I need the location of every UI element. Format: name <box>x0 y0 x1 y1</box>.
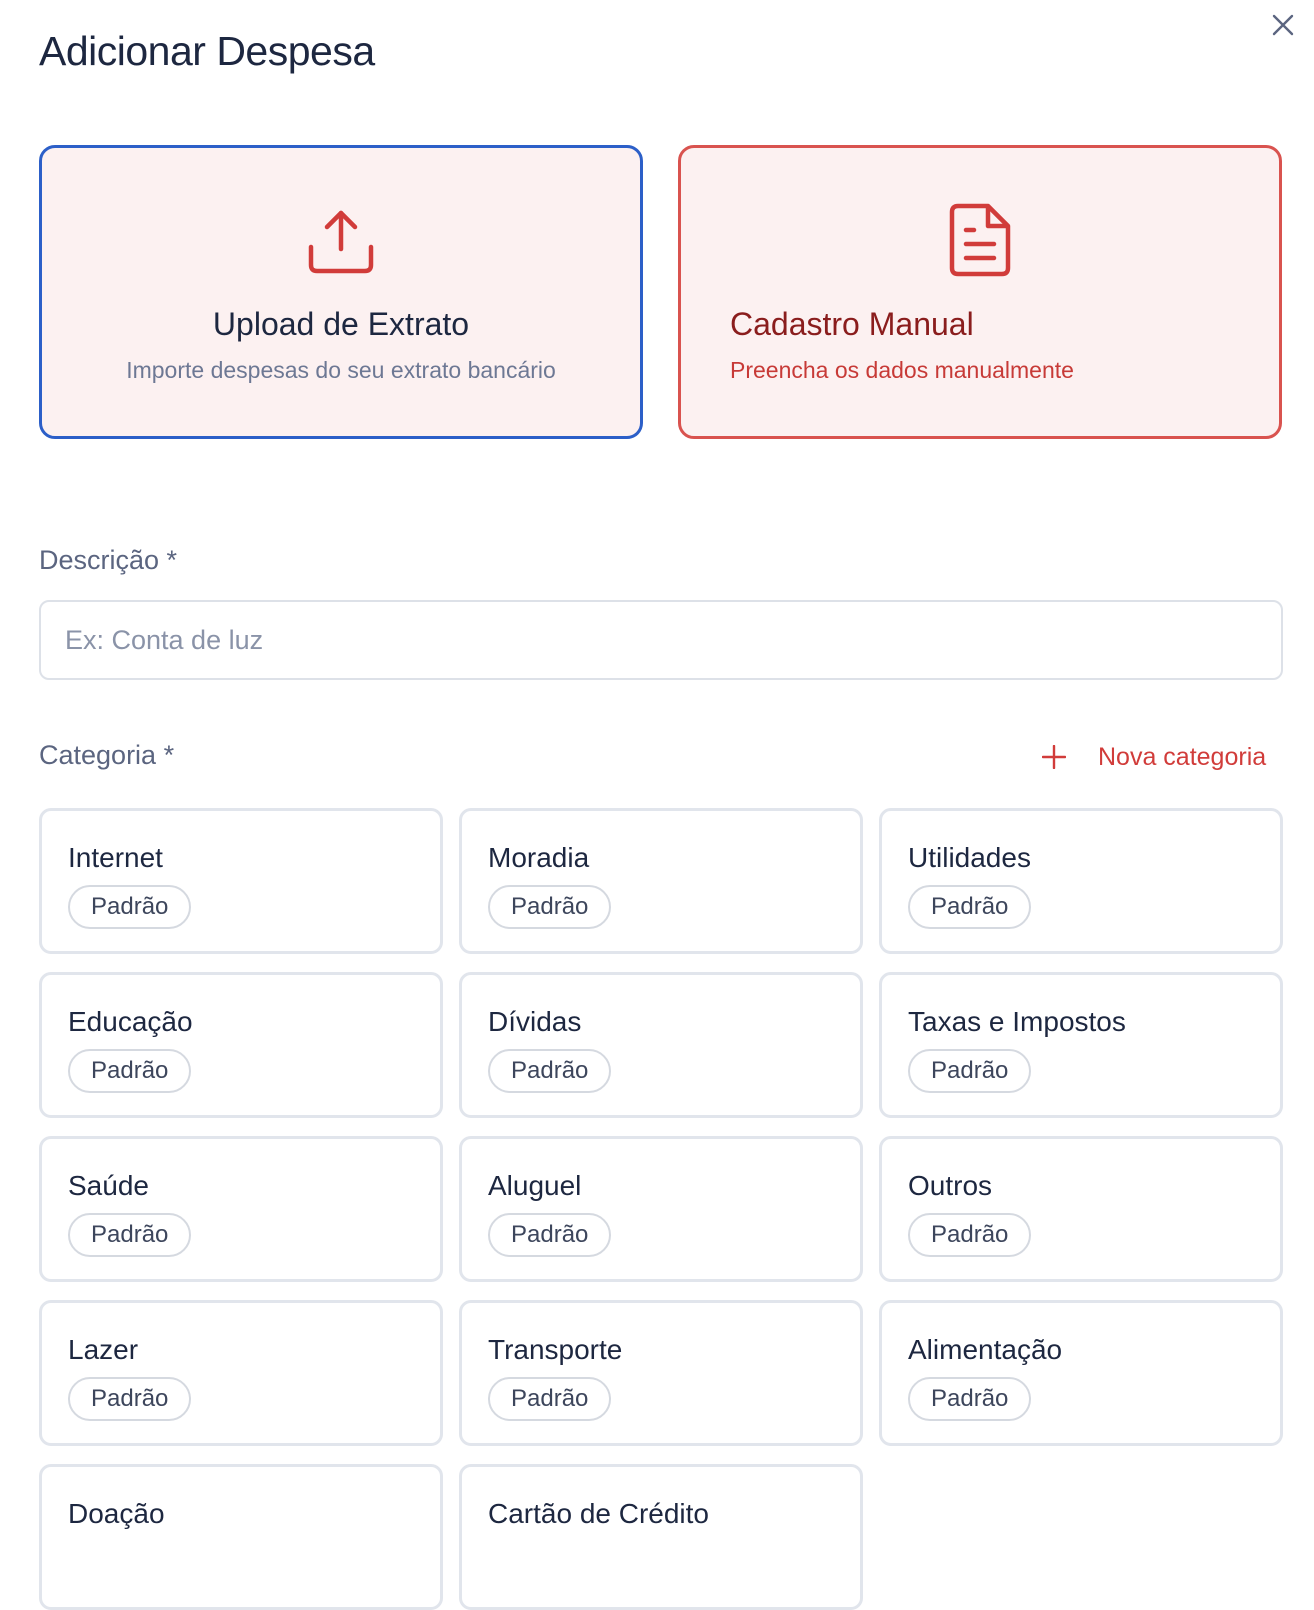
plus-icon <box>1040 743 1068 771</box>
category-name: Utilidades <box>908 842 1031 873</box>
category-card[interactable]: Educação Padrão <box>39 972 443 1118</box>
category-name: Transporte <box>488 1334 623 1365</box>
category-name: Aluguel <box>488 1170 582 1201</box>
description-label: Descrição * <box>39 545 178 575</box>
new-category-label: Nova categoria <box>1098 742 1267 771</box>
category-card[interactable]: Outros Padrão <box>879 1136 1283 1282</box>
description-input[interactable] <box>39 600 1283 680</box>
upload-option-subtitle: Importe despesas do seu extrato bancário <box>126 357 556 383</box>
category-name: Moradia <box>488 842 590 873</box>
default-badge: Padrão <box>68 885 192 929</box>
close-icon <box>1272 14 1294 36</box>
category-card[interactable]: Lazer Padrão <box>39 1300 443 1446</box>
default-badge: Padrão <box>68 1049 192 1093</box>
document-icon <box>949 203 1011 277</box>
category-name: Saúde <box>68 1170 149 1201</box>
upload-statement-option[interactable]: Upload de Extrato Importe despesas do se… <box>39 145 643 439</box>
category-card[interactable]: Doação <box>39 1464 443 1610</box>
default-badge: Padrão <box>908 1049 1032 1093</box>
category-name: Taxas e Impostos <box>908 1006 1126 1037</box>
category-name: Outros <box>908 1170 993 1201</box>
default-badge: Padrão <box>908 1213 1032 1257</box>
category-card[interactable]: Cartão de Crédito <box>459 1464 863 1610</box>
new-category-button[interactable]: Nova categoria <box>1040 738 1266 776</box>
category-card[interactable]: Taxas e Impostos Padrão <box>879 972 1283 1118</box>
manual-option-subtitle: Preencha os dados manualmente <box>730 357 1074 383</box>
category-card[interactable]: Utilidades Padrão <box>879 808 1283 954</box>
default-badge: Padrão <box>488 1213 612 1257</box>
category-card[interactable]: Dívidas Padrão <box>459 972 863 1118</box>
default-badge: Padrão <box>908 1377 1032 1421</box>
category-label: Categoria * <box>39 740 175 770</box>
default-badge: Padrão <box>68 1213 192 1257</box>
category-card[interactable]: Alimentação Padrão <box>879 1300 1283 1446</box>
category-name: Internet <box>68 842 163 873</box>
category-name: Lazer <box>68 1334 139 1365</box>
category-card[interactable]: Moradia Padrão <box>459 808 863 954</box>
category-name: Dívidas <box>488 1006 582 1037</box>
category-name: Doação <box>68 1498 165 1529</box>
category-card[interactable]: Aluguel Padrão <box>459 1136 863 1282</box>
category-name: Alimentação <box>908 1334 1063 1365</box>
upload-icon <box>308 210 374 274</box>
category-card[interactable]: Saúde Padrão <box>39 1136 443 1282</box>
default-badge: Padrão <box>488 885 612 929</box>
dialog-title: Adicionar Despesa <box>39 28 375 74</box>
default-badge: Padrão <box>68 1377 192 1421</box>
category-card[interactable]: Internet Padrão <box>39 808 443 954</box>
manual-entry-option[interactable]: Cadastro Manual Preencha os dados manual… <box>678 145 1282 439</box>
default-badge: Padrão <box>488 1049 612 1093</box>
category-name: Educação <box>68 1006 193 1037</box>
default-badge: Padrão <box>488 1377 612 1421</box>
upload-option-title: Upload de Extrato <box>212 306 470 342</box>
category-card[interactable]: Transporte Padrão <box>459 1300 863 1446</box>
default-badge: Padrão <box>908 885 1032 929</box>
manual-option-title: Cadastro Manual <box>730 306 974 342</box>
category-grid: Internet Padrão Moradia Padrão Utilidades Pad… <box>39 808 1283 1610</box>
category-name: Cartão de Crédito <box>488 1498 710 1529</box>
close-button[interactable] <box>1266 8 1300 42</box>
